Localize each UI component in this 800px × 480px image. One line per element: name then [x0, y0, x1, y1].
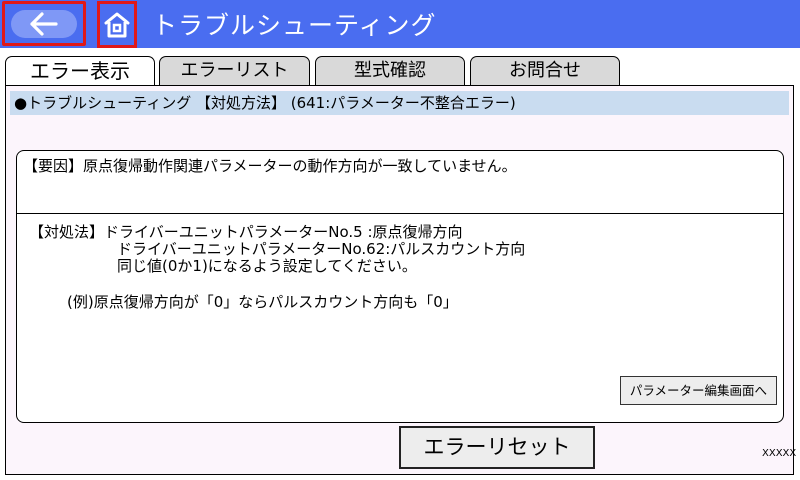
home-button[interactable] — [97, 1, 137, 48]
blank-field-2 — [620, 328, 780, 364]
parameter-edit-button[interactable]: パラメーター編集画面へ — [620, 376, 777, 405]
error-reset-button[interactable]: エラーリセット — [399, 426, 595, 469]
blank-field-1 — [620, 282, 780, 316]
screen-code-label: XXXXX — [762, 448, 797, 459]
tab-model-check[interactable]: 型式確認 — [315, 56, 465, 86]
arrow-left-icon — [30, 12, 58, 36]
cause-text: 【要因】原点復帰動作関連パラメーターの動作方向が一致していません。 — [23, 157, 517, 175]
example-text: (例)原点復帰方向が「0」ならパルスカウント方向も「0」 — [67, 293, 458, 311]
panel-heading: ●トラブルシューティング 【対処方法】 (641:パラメーター不整合エラー) — [10, 91, 789, 115]
tab-contact[interactable]: お問合せ — [470, 56, 620, 86]
error-panel: ●トラブルシューティング 【対処方法】 (641:パラメーター不整合エラー) 【… — [5, 85, 794, 475]
tab-error-display[interactable]: エラー表示 — [5, 56, 155, 87]
content-divider — [17, 213, 783, 214]
troubleshooting-content: 【要因】原点復帰動作関連パラメーターの動作方向が一致していません。 【対処法】ド… — [16, 150, 784, 423]
back-button[interactable] — [2, 1, 86, 46]
page-title: トラブルシューティング — [152, 11, 437, 40]
home-icon — [104, 12, 130, 38]
remedy-line-3: 同じ値(0か1)になるよう設定してください。 — [117, 257, 417, 275]
tab-error-list[interactable]: エラーリスト — [159, 56, 310, 86]
title-bar: トラブルシューティング — [0, 0, 800, 48]
